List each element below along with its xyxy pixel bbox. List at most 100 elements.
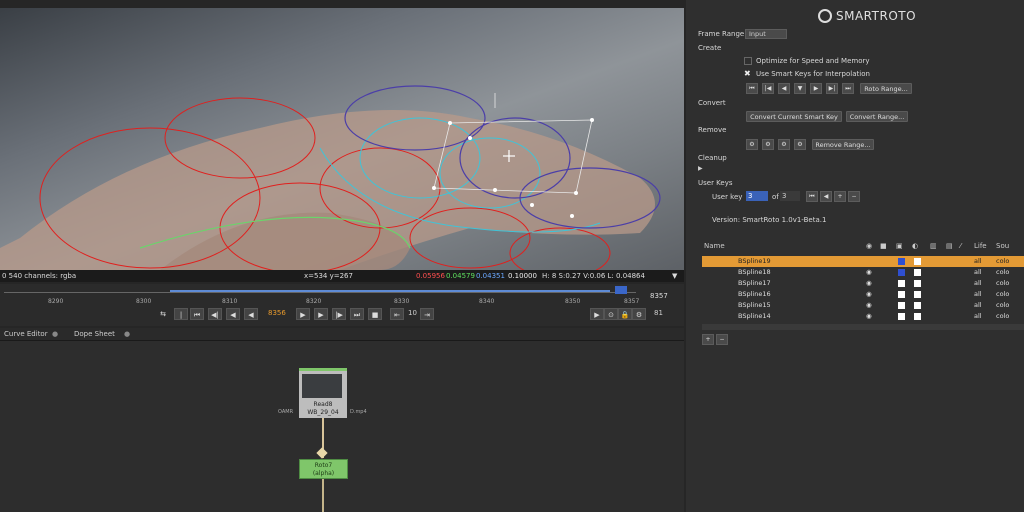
first-key-icon[interactable]: ⏮ xyxy=(746,83,758,94)
table-row[interactable]: BSpline17 ◉ all colo xyxy=(702,278,1024,289)
playhead[interactable] xyxy=(615,286,627,294)
current-frame-field[interactable]: 8356 xyxy=(268,309,286,317)
prev-user-key-icon[interactable]: ◀ xyxy=(820,191,832,202)
life-column-header[interactable]: Life xyxy=(974,242,987,250)
node-connection xyxy=(322,479,324,512)
frame-range-dropdown[interactable]: Input xyxy=(745,29,787,39)
bounce-icon[interactable]: ⊙ xyxy=(604,308,618,320)
row-life: all xyxy=(974,279,982,287)
table-scrollbar[interactable] xyxy=(702,324,1024,330)
step-back-icon[interactable]: ◀ xyxy=(244,308,258,320)
convert-range-button[interactable]: Convert Range... xyxy=(846,111,908,122)
row-source: colo xyxy=(996,301,1010,309)
eye-icon[interactable]: ◉ xyxy=(866,311,872,322)
timeline-settings-icon[interactable]: ⚙ xyxy=(632,308,646,320)
fps-field[interactable]: 81 xyxy=(654,309,663,317)
skip-forward-icon[interactable]: ⇥ xyxy=(420,308,434,320)
close-icon[interactable]: ● xyxy=(52,330,58,338)
user-key-field[interactable]: 3 xyxy=(746,191,768,201)
prev-key-icon[interactable]: |◀ xyxy=(762,83,774,94)
read-node-thumbnail xyxy=(302,374,342,398)
smart-keys-checkbox[interactable]: ✖ xyxy=(744,69,751,78)
timeline-ruler[interactable] xyxy=(4,292,636,293)
alpha-value: 0.10000 xyxy=(508,272,537,280)
table-row[interactable]: BSpline14 ◉ all colo xyxy=(702,311,1024,322)
channels-readout: 0 540 channels: rgba xyxy=(2,272,77,280)
row-name: BSpline17 xyxy=(738,279,771,287)
cleanup-section-label: Cleanup xyxy=(698,154,727,162)
table-row[interactable]: BSpline16 ◉ all colo xyxy=(702,289,1024,300)
end-frame-field[interactable]: 8357 xyxy=(650,292,668,300)
smart-keys-label: Use Smart Keys for Interpolation xyxy=(756,70,870,78)
next-key-icon[interactable]: |▶ xyxy=(332,308,346,320)
add-user-key-icon[interactable]: + xyxy=(834,191,846,202)
go-to-end-icon[interactable]: ⏭ xyxy=(350,308,364,320)
image-viewer[interactable] xyxy=(0,8,684,270)
tick-label: 8320 xyxy=(306,298,322,305)
roto-node-channel: (alpha) xyxy=(312,470,335,477)
first-user-key-icon[interactable]: ⏮ xyxy=(806,191,818,202)
name-column-header[interactable]: Name xyxy=(704,242,725,250)
playback-mode-icon[interactable]: ▶ xyxy=(590,308,604,320)
down-icon[interactable]: ▼ xyxy=(794,83,806,94)
eye-icon[interactable]: ◉ xyxy=(866,300,872,311)
step-forward-icon[interactable]: ▶ xyxy=(296,308,310,320)
motion-blur-icon: ⁄ xyxy=(960,242,962,250)
last-key-icon[interactable]: ⏭ xyxy=(842,83,854,94)
read-node[interactable]: Read8 WB_29_04 xyxy=(299,368,347,418)
optimize-checkbox[interactable] xyxy=(744,57,752,65)
tab-dope-sheet[interactable]: Dope Sheet xyxy=(74,330,115,338)
node-graph[interactable]: Read8 WB_29_04 OAMR D.mp4 Roto7 (alpha) xyxy=(0,341,684,512)
step-back-icon[interactable]: ◀ xyxy=(778,83,790,94)
first-frame-button[interactable]: | xyxy=(174,308,188,320)
create-section-label: Create xyxy=(698,44,722,52)
table-row[interactable]: BSpline19 all colo xyxy=(702,256,1024,267)
remove-key-icon[interactable]: ⚙ xyxy=(746,139,758,150)
next-key-icon[interactable]: ▶| xyxy=(826,83,838,94)
step-forward-icon[interactable]: ▶ xyxy=(810,83,822,94)
timeline[interactable]: 8290 8300 8310 8320 8330 8340 8350 8357 … xyxy=(0,284,684,326)
row-name: BSpline15 xyxy=(738,301,771,309)
add-curve-button[interactable]: + xyxy=(702,334,714,345)
table-row[interactable]: BSpline18 ◉ all colo xyxy=(702,267,1024,278)
lock-icon[interactable]: 🔒 xyxy=(618,308,632,320)
blue-value: 0.04351 xyxy=(476,272,505,280)
remove-after-icon[interactable]: ⚙ xyxy=(778,139,790,150)
roto-range-button[interactable]: Roto Range... xyxy=(860,83,912,94)
step-size-field[interactable]: 10 xyxy=(408,309,417,317)
remove-range-button[interactable]: Remove Range... xyxy=(812,139,874,150)
cleanup-expand-icon[interactable]: ▶ xyxy=(698,165,703,172)
table-row[interactable]: BSpline15 ◉ all colo xyxy=(702,300,1024,311)
remove-all-icon[interactable]: ⚙ xyxy=(794,139,806,150)
prev-key-icon[interactable]: ◀| xyxy=(208,308,222,320)
remove-before-icon[interactable]: ⚙ xyxy=(762,139,774,150)
play-forward-icon[interactable]: ▶ xyxy=(314,308,328,320)
version-label: Version: SmartRoto 1.0v1-Beta.1 xyxy=(712,216,827,224)
bottom-tabs: Curve Editor ● Dope Sheet ● xyxy=(0,328,684,341)
roto-overlay[interactable] xyxy=(0,8,684,270)
record-button[interactable]: ■ xyxy=(368,308,382,320)
tab-curve-editor[interactable]: Curve Editor xyxy=(4,330,48,338)
play-backward-icon[interactable]: ◀ xyxy=(226,308,240,320)
eye-icon[interactable]: ◉ xyxy=(866,278,872,289)
row-life: all xyxy=(974,257,982,265)
skip-back-icon[interactable]: ⇤ xyxy=(390,308,404,320)
roto-node[interactable]: Roto7 (alpha) xyxy=(299,459,348,479)
read-node-title: Read8 xyxy=(313,401,333,408)
eye-icon[interactable]: ◉ xyxy=(866,289,872,300)
convert-current-smart-key-button[interactable]: Convert Current Smart Key xyxy=(746,111,842,122)
go-to-start-icon[interactable]: ⏮ xyxy=(190,308,204,320)
user-key-label: User key xyxy=(712,193,743,201)
green-value: 0.04579 xyxy=(446,272,475,280)
lock-icon: ■ xyxy=(880,242,887,250)
row-source: colo xyxy=(996,257,1010,265)
loop-icon[interactable]: ⇆ xyxy=(156,308,170,320)
remove-curve-button[interactable]: − xyxy=(716,334,728,345)
source-column-header[interactable]: Sou xyxy=(996,242,1009,250)
close-icon[interactable]: ● xyxy=(124,330,130,338)
viewer-menu-arrow-icon[interactable]: ▼ xyxy=(672,270,677,282)
row-color-swatch xyxy=(898,269,905,276)
eye-icon[interactable]: ◉ xyxy=(866,267,872,278)
remove-user-key-icon[interactable]: − xyxy=(848,191,860,202)
tick-label: 8310 xyxy=(222,298,238,305)
